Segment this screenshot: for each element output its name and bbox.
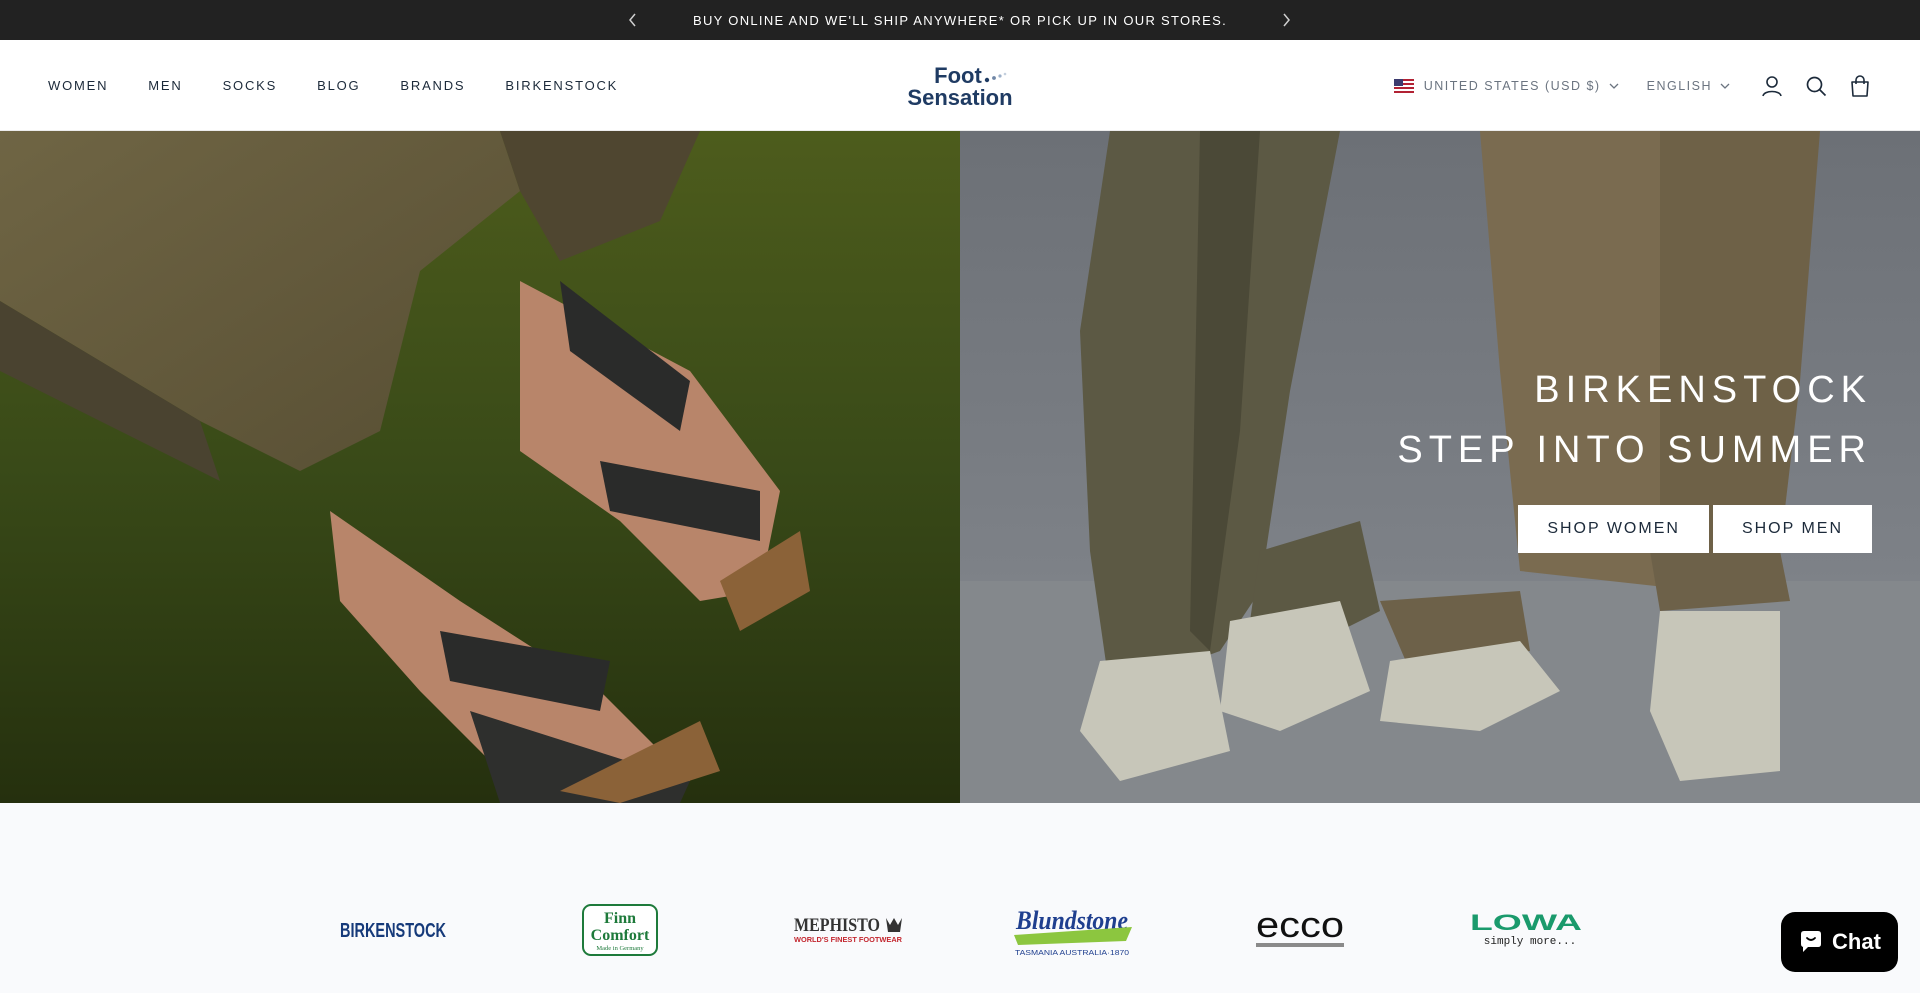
site-header: WOMEN MEN SOCKS BLOG BRANDS BIRKENSTOCK … bbox=[0, 40, 1920, 131]
chevron-down-icon bbox=[1720, 83, 1730, 89]
cart-button[interactable] bbox=[1848, 74, 1872, 98]
birkenstock-logo: BIRKENSTOCK bbox=[340, 920, 446, 942]
search-button[interactable] bbox=[1804, 74, 1828, 98]
nav-item-brands[interactable]: BRANDS bbox=[400, 78, 465, 93]
svg-text:Finn: Finn bbox=[604, 910, 636, 927]
us-flag-icon bbox=[1393, 78, 1414, 93]
logo-line2: Sensation bbox=[907, 85, 1012, 108]
country-label: UNITED STATES (USD $) bbox=[1423, 78, 1601, 93]
header-utilities: UNITED STATES (USD $) ENGLISH bbox=[1393, 40, 1872, 131]
next-announcement-button[interactable] bbox=[1276, 10, 1296, 30]
chevron-right-icon bbox=[1283, 13, 1290, 27]
nav-item-men[interactable]: MEN bbox=[148, 78, 182, 93]
shop-men-button[interactable]: SHOP MEN bbox=[1712, 505, 1872, 553]
account-icon bbox=[1762, 75, 1782, 96]
mephisto-logo: MEPHISTO WORLD'S FINEST FOOTWEAR bbox=[794, 915, 902, 944]
brand-logo-blundstone[interactable]: Blundstone TASMANIA AUSTRALIA·1870 bbox=[1012, 901, 1134, 959]
svg-text:WORLD'S FINEST FOOTWEAR: WORLD'S FINEST FOOTWEAR bbox=[794, 937, 902, 944]
chat-button[interactable]: Chat bbox=[1781, 912, 1898, 972]
announcement-bar: BUY ONLINE AND WE'LL SHIP ANYWHERE* OR P… bbox=[0, 0, 1920, 40]
shop-women-button[interactable]: SHOP WOMEN bbox=[1518, 505, 1709, 553]
main-nav: WOMEN MEN SOCKS BLOG BRANDS BIRKENSTOCK bbox=[48, 40, 618, 131]
chat-icon bbox=[1801, 931, 1822, 952]
hero-content: BIRKENSTOCK STEP INTO SUMMER SHOP WOMEN … bbox=[1397, 371, 1872, 553]
search-icon bbox=[1806, 76, 1827, 96]
hero-subtitle: BIRKENSTOCK bbox=[1534, 369, 1872, 411]
nav-item-blog[interactable]: BLOG bbox=[317, 78, 360, 93]
svg-text:Comfort: Comfort bbox=[591, 927, 650, 944]
lowa-logo: LOWA simply more... bbox=[1470, 910, 1582, 948]
brand-logo-mephisto[interactable]: MEPHISTO WORLD'S FINEST FOOTWEAR bbox=[792, 901, 904, 959]
svg-text:ecco: ecco bbox=[1256, 910, 1344, 945]
brand-logo-birkenstock[interactable]: BIRKENSTOCK bbox=[338, 901, 448, 959]
language-label: ENGLISH bbox=[1646, 78, 1712, 93]
chevron-left-icon bbox=[629, 13, 636, 27]
svg-text:LOWA: LOWA bbox=[1470, 910, 1582, 935]
account-button[interactable] bbox=[1760, 74, 1784, 98]
svg-text:MEPHISTO: MEPHISTO bbox=[794, 915, 880, 936]
ecco-logo: ecco bbox=[1256, 910, 1344, 947]
brand-logo-finn-comfort[interactable]: Finn Comfort Made in Germany bbox=[582, 901, 658, 959]
finn-comfort-logo: Finn Comfort Made in Germany bbox=[582, 904, 658, 956]
nav-item-women[interactable]: WOMEN bbox=[48, 78, 108, 93]
brand-logo-lowa[interactable]: LOWA simply more... bbox=[1468, 901, 1584, 959]
svg-text:TASMANIA AUSTRALIA·1870: TASMANIA AUSTRALIA·1870 bbox=[1015, 948, 1129, 957]
announcement-text: BUY ONLINE AND WE'LL SHIP ANYWHERE* OR P… bbox=[692, 12, 1227, 28]
previous-announcement-button[interactable] bbox=[623, 10, 643, 30]
nav-item-birkenstock[interactable]: BIRKENSTOCK bbox=[505, 78, 618, 93]
hero-banner: BIRKENSTOCK STEP INTO SUMMER SHOP WOMEN … bbox=[0, 131, 1920, 803]
language-selector[interactable]: ENGLISH bbox=[1647, 79, 1730, 93]
hero-image-sandals bbox=[0, 131, 960, 803]
hero-buttons: SHOP WOMEN SHOP MEN bbox=[1397, 505, 1872, 553]
country-selector[interactable]: UNITED STATES (USD $) bbox=[1393, 78, 1619, 93]
brand-logos-strip: BIRKENSTOCK Finn Comfort Made in Germany… bbox=[0, 803, 1920, 993]
svg-text:simply more...: simply more... bbox=[1484, 936, 1576, 948]
svg-text:Made in Germany: Made in Germany bbox=[596, 945, 644, 952]
hero-title: STEP INTO SUMMER bbox=[1397, 429, 1872, 471]
nav-item-socks[interactable]: SOCKS bbox=[223, 78, 278, 93]
blundstone-logo: Blundstone TASMANIA AUSTRALIA·1870 bbox=[1014, 906, 1132, 957]
chevron-down-icon bbox=[1609, 83, 1619, 89]
svg-text:BIRKENSTOCK: BIRKENSTOCK bbox=[340, 920, 446, 942]
brand-logo-ecco[interactable]: ecco bbox=[1255, 901, 1345, 959]
shopping-bag-icon bbox=[1851, 74, 1869, 97]
chat-label: Chat bbox=[1832, 929, 1881, 954]
foot-sensation-logo[interactable]: Foot Sensation bbox=[895, 64, 1025, 108]
